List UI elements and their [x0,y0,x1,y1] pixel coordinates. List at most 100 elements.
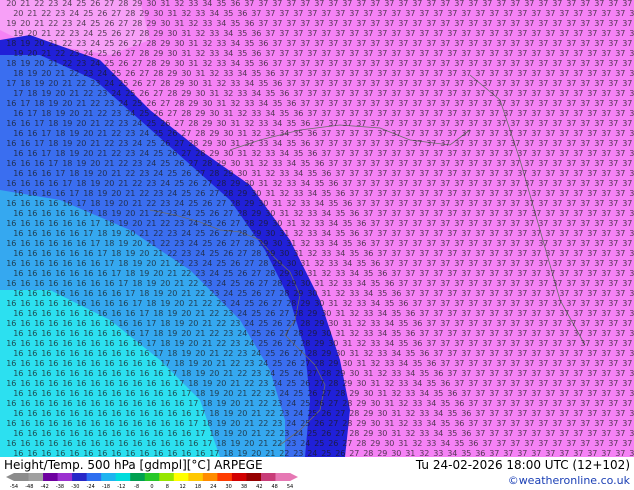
contour-label: 37 [608,339,618,348]
contour-label: 24 [181,229,191,238]
contour-label: 35 [426,379,436,388]
contour-label: 37 [538,279,548,288]
contour-label: 20 [104,179,114,188]
contour-label: 37 [517,249,527,258]
credit-link[interactable]: ©weatheronline.co.uk [508,474,630,487]
contour-label: 36 [461,409,471,418]
contour-label: 16 [62,239,72,248]
contour-label: 16 [41,409,51,418]
contour-label: 19 [237,449,247,457]
contour-label: 37 [349,9,359,18]
contour-label: 37 [559,349,569,358]
contour-label: 30 [167,29,177,38]
contour-label: 25 [174,179,184,188]
contour-label: 37 [559,109,569,118]
contour-label: 37 [419,89,429,98]
contour-label: 37 [426,319,436,328]
contour-label: 23 [69,29,79,38]
contour-label: 30 [265,209,275,218]
contour-label: 37 [447,69,457,78]
contour-label: 37 [531,109,541,118]
contour-label: 37 [517,229,527,238]
contour-label: 26 [321,409,331,418]
contour-label: 37 [608,99,618,108]
contour-label: 37 [566,379,576,388]
contour-label: 37 [510,339,520,348]
contour-label: 37 [552,339,562,348]
contour-label: 16 [62,199,72,208]
contour-label: 37 [531,289,541,298]
contour-label: 22 [195,289,205,298]
contour-label: 20 [181,309,191,318]
contour-label: 19 [167,309,177,318]
contour-label: 37 [482,199,492,208]
contour-label: 29 [356,419,366,428]
contour-label: 37 [454,199,464,208]
contour-label: 37 [517,189,527,198]
contour-label: 20 [55,89,65,98]
contour-label: 16 [76,279,86,288]
contour-label: 37 [531,249,541,258]
contour-label: 22 [230,359,240,368]
contour-label: 31 [202,79,212,88]
contour-label: 37 [447,329,457,338]
contour-label: 37 [342,59,352,68]
contour-label: 37 [524,339,534,348]
contour-label: 37 [440,279,450,288]
contour-label: 19 [20,59,30,68]
contour-label: 34 [377,309,387,318]
contour-label: 22 [41,9,51,18]
contour-label: 37 [622,119,632,128]
contour-label: 16 [13,369,23,378]
contour-label: 34 [433,429,443,438]
contour-label: 22 [62,39,72,48]
contour-label: 37 [615,289,625,298]
contour-label: 37 [608,159,618,168]
contour-label: 24 [293,429,303,438]
contour-label: 37 [272,0,282,8]
contour-label: 20 [83,149,93,158]
contour-label: 37 [531,69,541,78]
contour-label: 37 [580,0,590,8]
contour-label: 37 [363,9,373,18]
contour-label: 27 [223,229,233,238]
contour-label: 36 [300,119,310,128]
contour-label: 35 [244,59,254,68]
contour-label: 31 [286,239,296,248]
contour-label: 25 [97,49,107,58]
contour-label: 19 [160,299,170,308]
contour-label: 16 [167,449,177,457]
contour-label: 22 [153,229,163,238]
contour-label: 37 [489,389,499,398]
contour-label: 21 [195,329,205,338]
contour-label: 25 [258,339,268,348]
contour-label: 37 [447,169,457,178]
contour-label: 33 [307,229,317,238]
contour-label: 37 [384,0,394,8]
contour-label: 34 [230,39,240,48]
contour-label: 37 [391,169,401,178]
contour-label: 27 [160,99,170,108]
contour-label: 37 [545,129,555,138]
contour-label: 32 [349,309,359,318]
contour-label: 22 [202,299,212,308]
contour-label: 16 [83,269,93,278]
contour-label: 16 [83,329,93,338]
contour-label: 37 [342,39,352,48]
contour-label: 37 [573,9,583,18]
contour-label: 37 [398,79,408,88]
contour-label: 37 [440,39,450,48]
contour-label: 37 [587,69,597,78]
contour-label: 16 [27,149,37,158]
contour-label: 24 [237,329,247,338]
contour-label: 37 [587,409,597,418]
contour-label: 20 [195,349,205,358]
contour-label: 16 [160,439,170,448]
contour-label: 16 [97,409,107,418]
contour-label: 37 [503,349,513,358]
contour-label: 37 [496,159,506,168]
contour-label: 37 [552,59,562,68]
contour-label: 37 [279,9,289,18]
contour-label: 37 [433,309,443,318]
contour-label: 24 [188,219,198,228]
